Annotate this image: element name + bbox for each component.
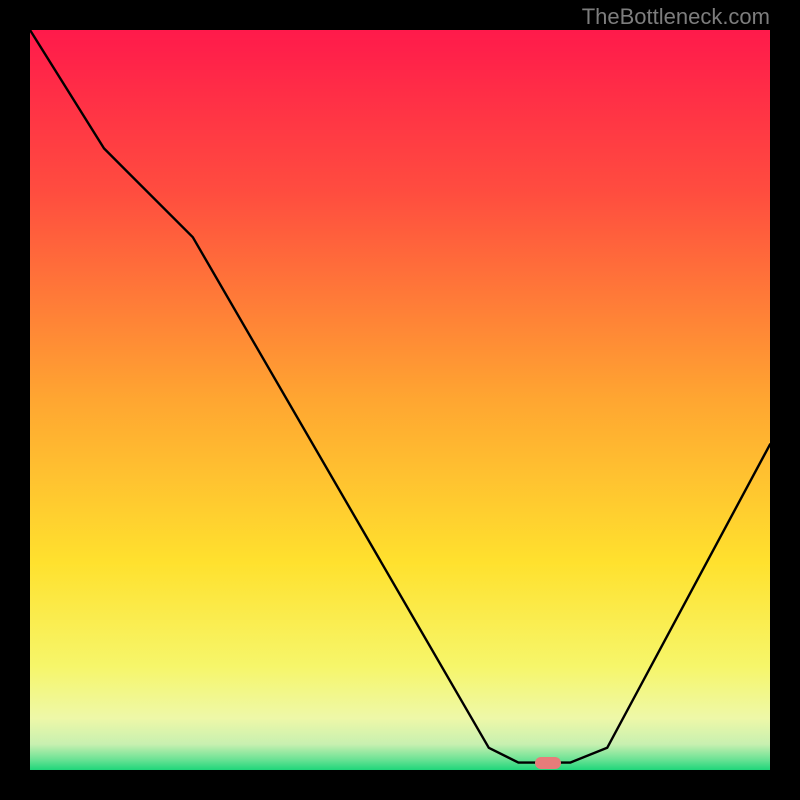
curve-layer — [30, 30, 770, 770]
plot-area — [30, 30, 770, 770]
chart-frame: TheBottleneck.com — [0, 0, 800, 800]
minimum-marker — [535, 757, 561, 769]
watermark-text: TheBottleneck.com — [582, 4, 770, 30]
bottleneck-curve — [30, 30, 770, 763]
